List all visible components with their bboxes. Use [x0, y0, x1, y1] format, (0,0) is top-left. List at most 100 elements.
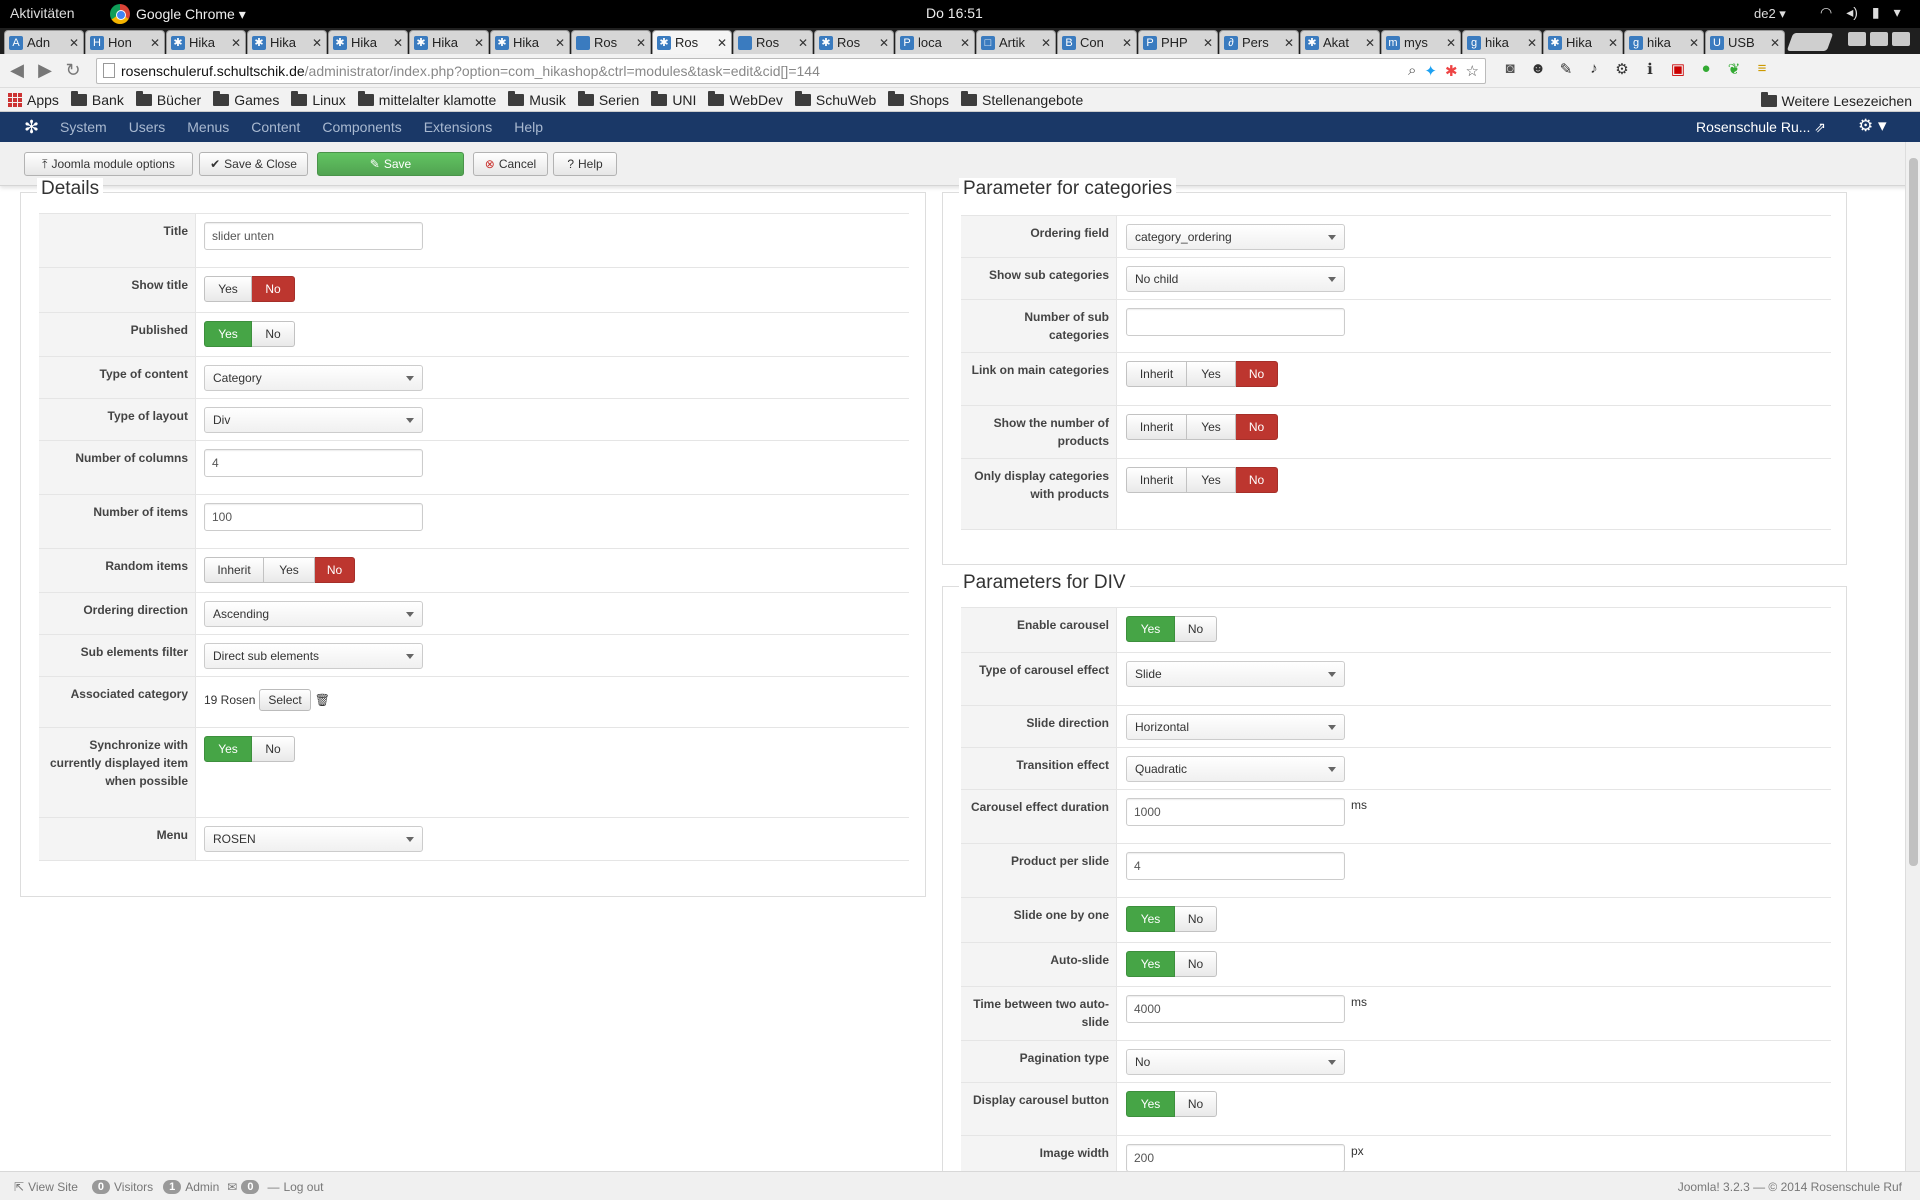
close-tab-icon[interactable]: ✕	[1608, 36, 1618, 50]
browser-tab[interactable]: g hika ✕	[1462, 30, 1542, 54]
bell-icon[interactable]: ♪	[1584, 60, 1604, 78]
close-tab-icon[interactable]: ✕	[393, 36, 403, 50]
page-scrollbar[interactable]	[1905, 142, 1920, 1171]
show-title-no[interactable]: No	[252, 276, 295, 302]
close-tab-icon[interactable]: ✕	[1365, 36, 1375, 50]
bookmark-folder[interactable]: mittelalter klamotte	[357, 90, 496, 108]
view-site-link[interactable]: View Site	[28, 1180, 78, 1194]
close-tab-icon[interactable]: ✕	[1041, 36, 1051, 50]
browser-tab[interactable]: ✱ Hika ✕	[328, 30, 408, 54]
other-bookmarks[interactable]: Weitere Lesezeichen	[1760, 92, 1912, 109]
settings-icon[interactable]: ⚙	[1612, 60, 1632, 78]
site-link[interactable]: Rosenschule Ru... ⇗	[1696, 119, 1826, 136]
close-tab-icon[interactable]: ✕	[1446, 36, 1456, 50]
random-items-no[interactable]: No	[315, 557, 355, 583]
bookmark-folder[interactable]: Serien	[577, 90, 639, 108]
bookmark-folder[interactable]: WebDev	[708, 90, 783, 108]
admin-label[interactable]: Admin	[185, 1180, 219, 1194]
browser-tab[interactable]: Ros ✕	[733, 30, 813, 54]
pagination-select[interactable]: No	[1126, 1049, 1345, 1075]
close-window-button[interactable]	[1892, 32, 1910, 46]
browser-tab[interactable]: ✱ Hika ✕	[166, 30, 246, 54]
image-width-input[interactable]: 200	[1126, 1144, 1345, 1172]
tools-icon[interactable]: ✎	[1556, 60, 1576, 78]
published-yes[interactable]: Yes	[204, 321, 252, 347]
browser-tab[interactable]: ✱ Hika ✕	[247, 30, 327, 54]
time-between-input[interactable]: 4000	[1126, 995, 1345, 1023]
close-tab-icon[interactable]: ✕	[69, 36, 79, 50]
browser-tab[interactable]: B Con ✕	[1057, 30, 1137, 54]
admin-menu-item[interactable]: Content	[251, 119, 300, 135]
admin-menu-item[interactable]: Components	[322, 119, 401, 135]
close-tab-icon[interactable]: ✕	[1527, 36, 1537, 50]
browser-tab[interactable]: m mys ✕	[1381, 30, 1461, 54]
bookmark-folder[interactable]: SchuWeb	[794, 90, 876, 108]
close-tab-icon[interactable]: ✕	[555, 36, 565, 50]
slide-dir-select[interactable]: Horizontal	[1126, 714, 1345, 740]
search-icon[interactable]: ⌕	[1408, 62, 1416, 80]
close-tab-icon[interactable]: ✕	[1122, 36, 1132, 50]
num-columns-input[interactable]: 4	[204, 449, 423, 477]
only-display-yes[interactable]: Yes	[1187, 467, 1236, 493]
reload-icon[interactable]: ↻	[62, 60, 84, 81]
help-button[interactable]: ? Help	[553, 152, 617, 176]
sub-filter-select[interactable]: Direct sub elements	[204, 643, 423, 669]
link-main-yes[interactable]: Yes	[1187, 361, 1236, 387]
bookmark-folder[interactable]: Bücher	[135, 90, 201, 108]
pocket-icon[interactable]: ◙	[1500, 60, 1520, 78]
browser-tab[interactable]: H Hon ✕	[85, 30, 165, 54]
hamburger-menu-icon[interactable]: ≡	[1752, 60, 1772, 78]
random-items-yes[interactable]: Yes	[264, 557, 315, 583]
show-sub-select[interactable]: No child	[1126, 266, 1345, 292]
browser-tab[interactable]: Ploca ✕	[895, 30, 975, 54]
close-tab-icon[interactable]: ✕	[1689, 36, 1699, 50]
bookmark-folder[interactable]: UNI	[651, 90, 696, 108]
scrollbar-thumb[interactable]	[1909, 158, 1918, 866]
save-close-button[interactable]: ✔ Save & Close	[199, 152, 308, 176]
bookmark-star-icon[interactable]: ☆	[1466, 62, 1479, 80]
clock[interactable]: Do 16:51	[926, 5, 983, 21]
admin-menu-item[interactable]: Help	[514, 119, 543, 135]
browser-tab[interactable]: ✱ Hika ✕	[490, 30, 570, 54]
user-menu-gear-icon[interactable]: ⚙ ▾	[1858, 116, 1887, 136]
sync-yes[interactable]: Yes	[204, 736, 252, 762]
evernote-icon[interactable]: ●	[1696, 60, 1716, 78]
one-by-one-no[interactable]: No	[1175, 906, 1217, 932]
carousel-button-yes[interactable]: Yes	[1126, 1091, 1175, 1117]
browser-tab[interactable]: ✱ Hika ✕	[1543, 30, 1623, 54]
browser-tab[interactable]: U USB ✕	[1705, 30, 1785, 54]
select-category-button[interactable]: Select	[259, 689, 311, 711]
close-tab-icon[interactable]: ✕	[636, 36, 646, 50]
module-options-button[interactable]: ⤒ Joomla module options	[24, 152, 193, 176]
system-tray[interactable]: ◠ ◂) ▮ ▾	[1820, 4, 1901, 21]
only-display-no[interactable]: No	[1236, 467, 1278, 493]
admin-menu-item[interactable]: System	[60, 119, 107, 135]
pdf-icon[interactable]: ▣	[1668, 60, 1688, 78]
one-by-one-yes[interactable]: Yes	[1126, 906, 1175, 932]
browser-tab[interactable]: ✱ Ros ✕	[814, 30, 894, 54]
type-content-select[interactable]: Category	[204, 365, 423, 391]
admin-menu-item[interactable]: Menus	[187, 119, 229, 135]
bookmark-folder[interactable]: Musik	[508, 90, 566, 108]
bookmark-folder[interactable]: Games	[213, 90, 279, 108]
logout-link[interactable]: Log out	[283, 1180, 323, 1194]
enable-carousel-no[interactable]: No	[1175, 616, 1217, 642]
close-tab-icon[interactable]: ✕	[150, 36, 160, 50]
leaf-icon[interactable]: ❦	[1724, 60, 1744, 78]
messages-count-badge[interactable]: 0	[241, 1180, 260, 1194]
maximize-button[interactable]	[1870, 32, 1888, 46]
forward-icon[interactable]: ▶	[34, 60, 56, 81]
cancel-button[interactable]: ⊗ Cancel	[473, 152, 548, 176]
auto-slide-no[interactable]: No	[1175, 951, 1217, 977]
only-display-inherit[interactable]: Inherit	[1126, 467, 1187, 493]
twitter-icon[interactable]: ✦	[1424, 62, 1437, 80]
joomla-logo-icon[interactable]: ✻	[24, 117, 39, 138]
close-tab-icon[interactable]: ✕	[1770, 36, 1780, 50]
info-icon[interactable]: ℹ	[1640, 60, 1660, 78]
per-slide-input[interactable]: 4	[1126, 852, 1345, 880]
link-main-inherit[interactable]: Inherit	[1126, 361, 1187, 387]
browser-tab[interactable]: A Adn ✕	[4, 30, 84, 54]
app-menu[interactable]: Google Chrome ▾	[110, 2, 246, 26]
close-tab-icon[interactable]: ✕	[879, 36, 889, 50]
browser-tab[interactable]: ✱ Akat ✕	[1300, 30, 1380, 54]
